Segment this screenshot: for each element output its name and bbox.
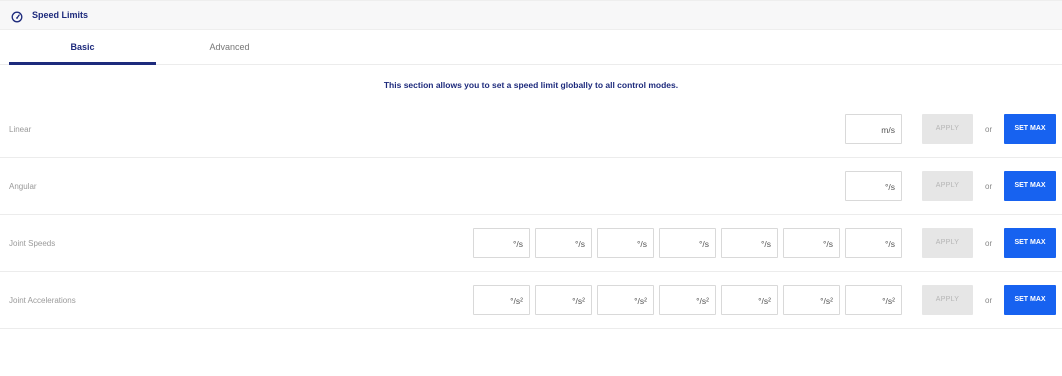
value-input[interactable]: °/s² [721,285,778,315]
row-label: Joint Speeds [9,239,56,248]
apply-button[interactable]: APPLY [922,285,973,315]
value-input[interactable]: °/s² [535,285,592,315]
value-input[interactable]: °/s² [597,285,654,315]
unit-label: °/s² [634,296,647,306]
value-input[interactable]: °/s [659,228,716,258]
set-max-button[interactable]: SET MAX [1004,228,1056,258]
row-joint-speeds: Joint Speeds °/s °/s °/s °/s °/s °/s °/s APPLY or… [0,215,1062,272]
apply-button[interactable]: APPLY [922,171,973,201]
value-input[interactable]: °/s [473,228,530,258]
apply-button[interactable]: APPLY [922,228,973,258]
or-separator: or [985,239,993,248]
unit-label: °/s [884,239,895,249]
panel-title: Speed Limits [32,10,89,20]
unit-label: °/s [636,239,647,249]
unit-label: °/s² [758,296,771,306]
set-max-button[interactable]: SET MAX [1004,171,1056,201]
or-separator: or [985,125,993,134]
unit-label: °/s² [696,296,709,306]
unit-label: m/s [881,125,895,135]
value-input[interactable]: °/s [783,228,840,258]
unit-label: °/s [512,239,523,249]
unit-label: °/s [760,239,771,249]
speedometer-icon [11,11,23,23]
section-description: This section allows you to set a speed l… [383,80,679,90]
value-input[interactable]: °/s² [473,285,530,315]
tab-advanced[interactable]: Advanced [156,30,303,64]
value-input[interactable]: °/s [845,228,902,258]
unit-label: °/s [574,239,585,249]
unit-label: °/s² [510,296,523,306]
value-input[interactable]: °/s [721,228,778,258]
row-joint-accelerations: Joint Accelerations °/s² °/s² °/s² °/s² °/s² °… [0,272,1062,329]
unit-label: °/s² [572,296,585,306]
unit-label: °/s² [820,296,833,306]
value-input[interactable]: m/s [845,114,902,144]
value-input[interactable]: °/s² [659,285,716,315]
value-input[interactable]: °/s [597,228,654,258]
row-label: Angular [9,182,37,191]
row-angular: Angular °/s APPLY or SET MAX [0,158,1062,215]
value-input[interactable]: °/s² [845,285,902,315]
tab-bar: Basic Advanced [0,30,1062,65]
row-linear: Linear m/s APPLY or SET MAX [0,101,1062,158]
value-input[interactable]: °/s [535,228,592,258]
set-max-button[interactable]: SET MAX [1004,114,1056,144]
or-separator: or [985,182,993,191]
row-label: Linear [9,125,32,134]
value-input[interactable]: °/s [845,171,902,201]
tab-basic[interactable]: Basic [9,30,156,65]
or-separator: or [985,296,993,305]
unit-label: °/s² [882,296,895,306]
set-max-button[interactable]: SET MAX [1004,285,1056,315]
apply-button[interactable]: APPLY [922,114,973,144]
unit-label: °/s [822,239,833,249]
unit-label: °/s [884,182,895,192]
row-label: Joint Accelerations [9,296,76,305]
panel-header: Speed Limits [0,0,1062,30]
unit-label: °/s [698,239,709,249]
value-input[interactable]: °/s² [783,285,840,315]
